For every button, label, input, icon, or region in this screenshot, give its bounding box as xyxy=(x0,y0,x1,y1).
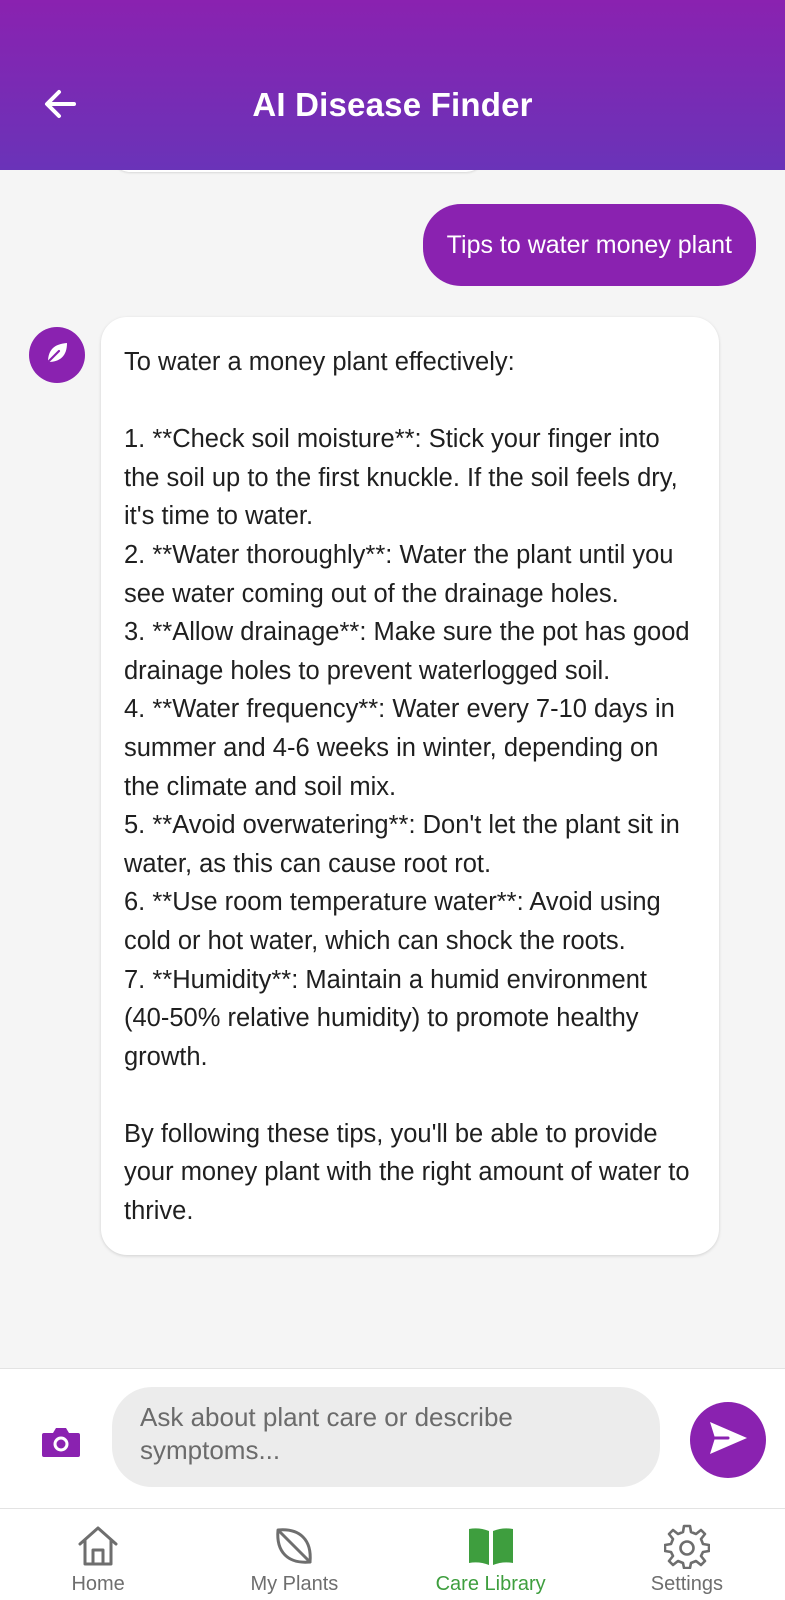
user-message-bubble: Tips to water money plant xyxy=(422,204,756,286)
send-icon xyxy=(706,1416,750,1465)
previous-message-bubble xyxy=(112,170,484,172)
nav-item-my-plants[interactable]: My Plants xyxy=(196,1509,392,1600)
book-icon xyxy=(467,1523,515,1569)
message-input[interactable]: Ask about plant care or describe symptom… xyxy=(112,1387,660,1487)
nav-label-care-library: Care Library xyxy=(435,1573,546,1595)
nav-label-settings: Settings xyxy=(650,1573,723,1595)
chat-screen: AI Disease Finder Tips to water money pl… xyxy=(0,0,785,1600)
send-button[interactable] xyxy=(690,1402,766,1478)
page-title: AI Disease Finder xyxy=(252,86,533,123)
bot-avatar xyxy=(29,327,85,383)
leaf-icon xyxy=(42,338,72,373)
bottom-navigation: Home My Plants Care Library Settings xyxy=(0,1508,785,1600)
gear-icon xyxy=(663,1523,711,1569)
nav-item-home[interactable]: Home xyxy=(0,1509,196,1600)
bot-message-bubble: To water a money plant effectively: 1. *… xyxy=(101,317,719,1255)
camera-icon xyxy=(40,1425,82,1464)
app-header: AI Disease Finder xyxy=(0,0,785,170)
nav-label-my-plants: My Plants xyxy=(250,1573,339,1595)
leaf-icon xyxy=(270,1523,318,1569)
home-icon xyxy=(74,1523,122,1569)
nav-item-settings[interactable]: Settings xyxy=(589,1509,785,1600)
camera-button[interactable] xyxy=(38,1424,84,1464)
nav-item-care-library[interactable]: Care Library xyxy=(393,1509,589,1600)
nav-label-home: Home xyxy=(71,1573,125,1595)
message-composer: Ask about plant care or describe symptom… xyxy=(0,1368,785,1509)
chat-messages[interactable]: Tips to water money plant To water a mon… xyxy=(0,170,785,1368)
